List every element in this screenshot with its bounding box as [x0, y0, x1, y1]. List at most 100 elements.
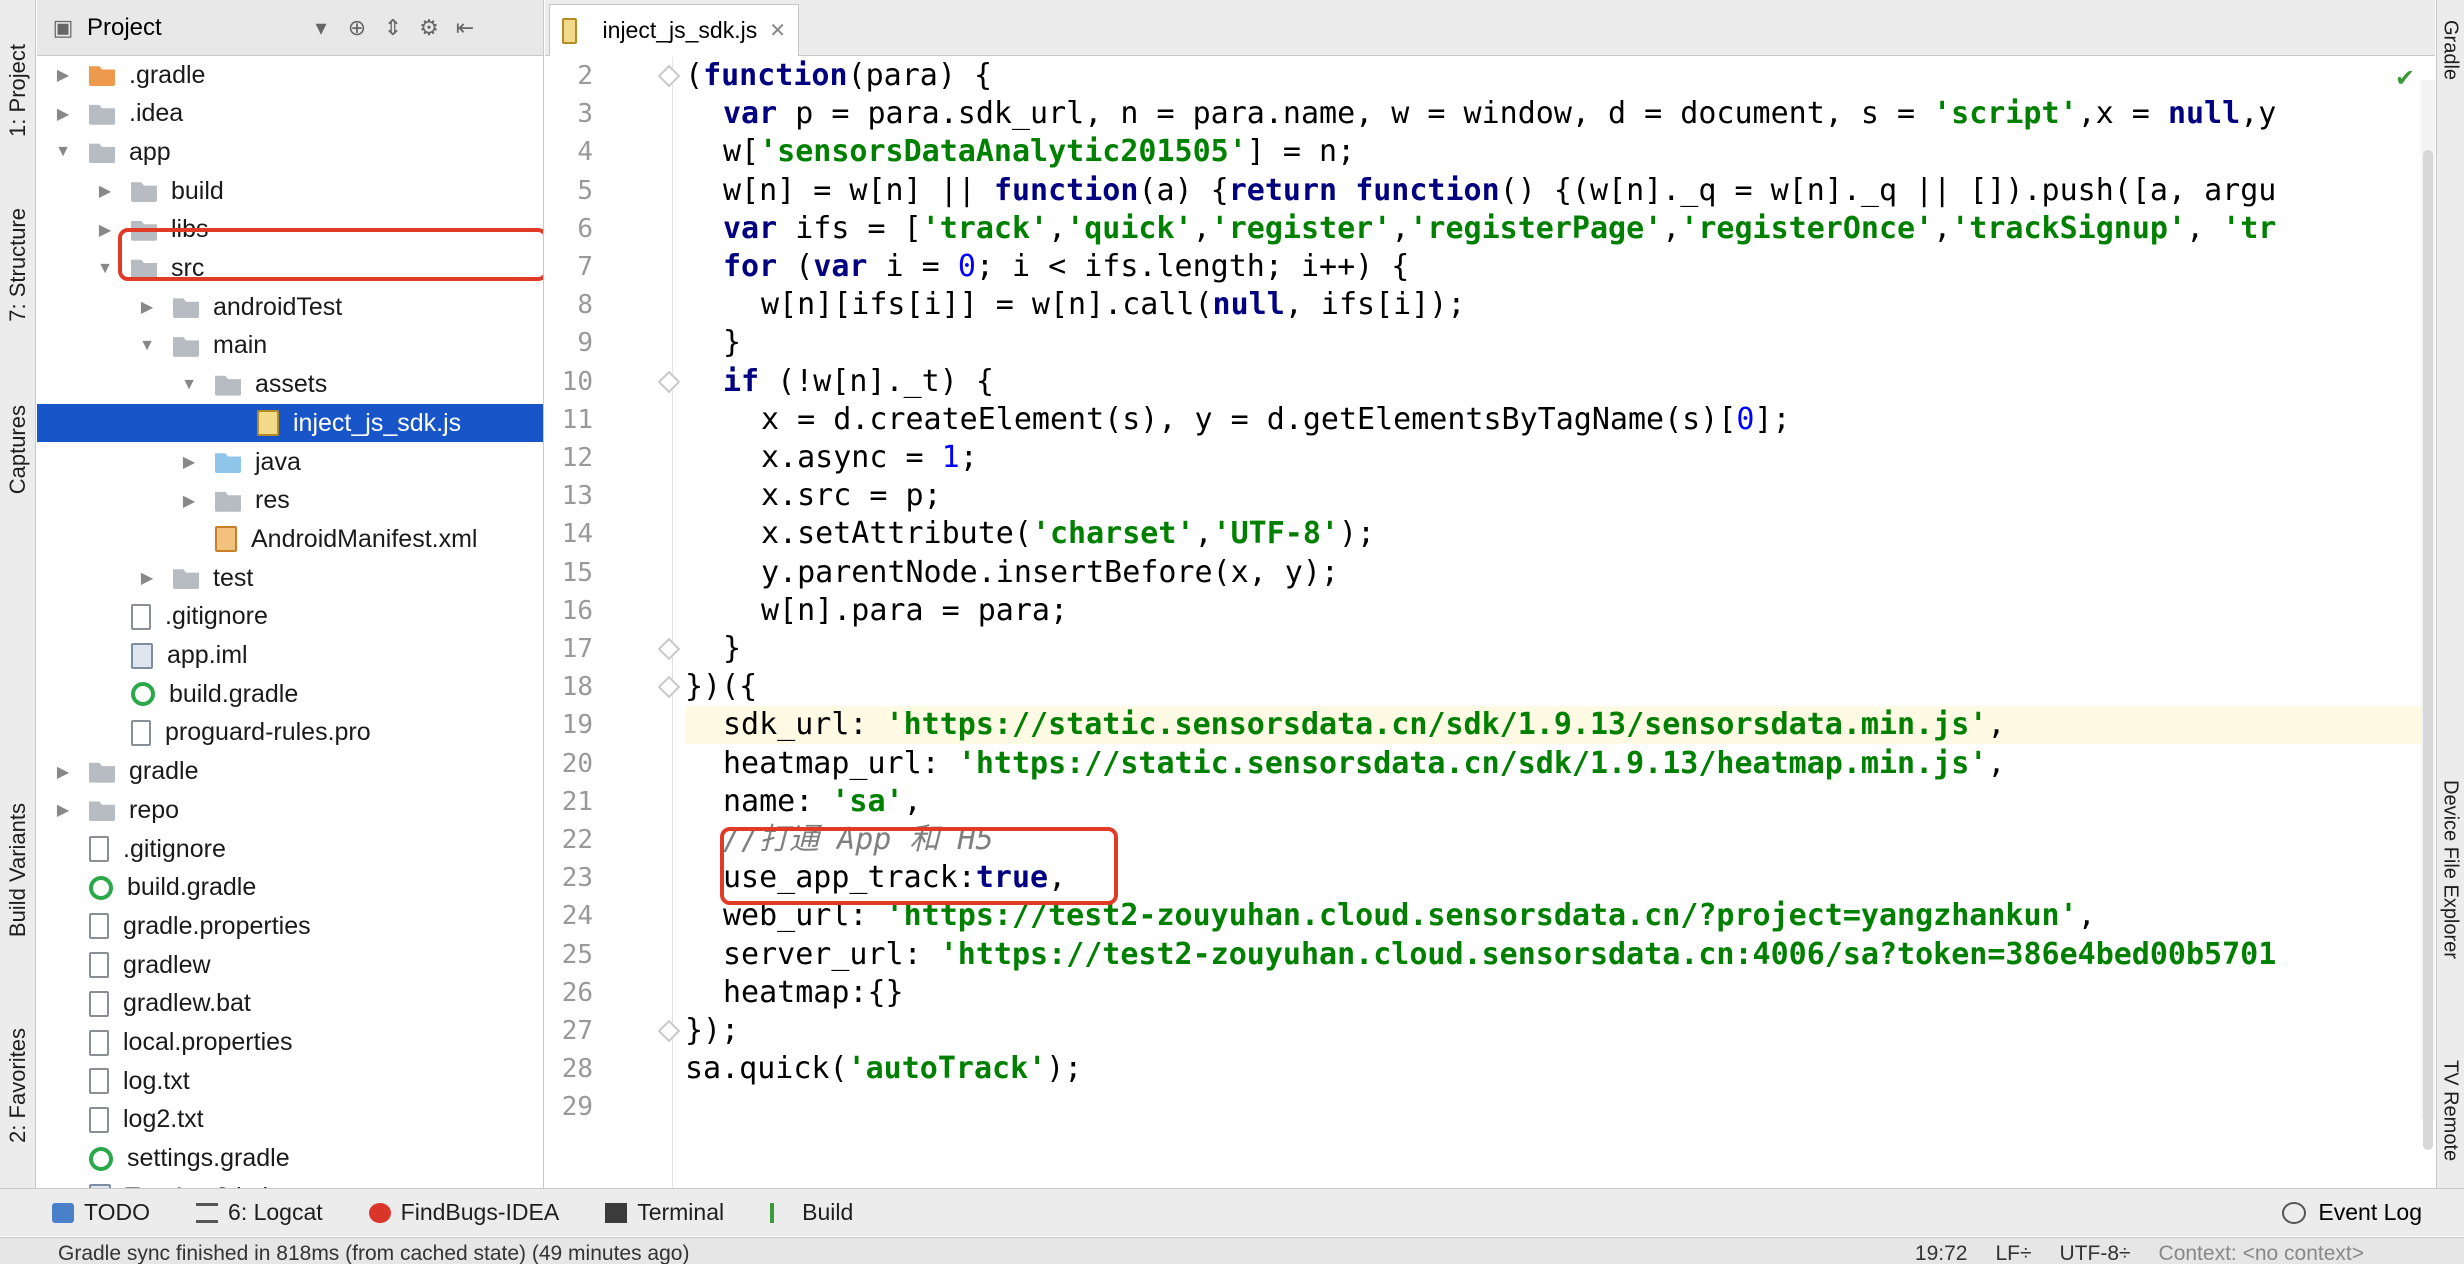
- tab-tv-remote[interactable]: TV Remote: [2436, 1060, 2464, 1180]
- vertical-scrollbar[interactable]: [2421, 80, 2435, 1150]
- tree-item[interactable]: log.txt: [37, 1062, 543, 1100]
- collapse-arrow-icon[interactable]: ▼: [137, 336, 157, 356]
- tree-item[interactable]: build.gradle: [37, 675, 543, 713]
- collapse-arrow-icon[interactable]: ▼: [53, 142, 73, 162]
- tree-item[interactable]: log2.txt: [37, 1101, 543, 1139]
- expand-arrow-icon[interactable]: ▶: [53, 762, 73, 782]
- code-token: ,: [1391, 210, 1410, 246]
- tab-structure[interactable]: 7: Structure: [0, 190, 36, 340]
- tree-item-label: build.gradle: [127, 873, 257, 902]
- tab-device-file-explorer-label: Device File Explorer: [2439, 780, 2462, 959]
- tree-item[interactable]: ▶ test: [37, 559, 543, 597]
- gear-icon[interactable]: ⚙: [417, 15, 441, 40]
- tree-item[interactable]: ▼ src: [37, 250, 543, 288]
- tree-item-label: gradle.properties: [123, 911, 311, 940]
- expand-arrow-icon[interactable]: ▶: [53, 65, 73, 85]
- tree-item[interactable]: inject_js_sdk.js: [37, 404, 543, 443]
- file-encoding[interactable]: UTF-8÷: [2060, 1242, 2131, 1264]
- expand-arrow-icon[interactable]: ▶: [137, 297, 157, 317]
- context-indicator[interactable]: Context: <no context>: [2159, 1242, 2364, 1264]
- tab-project[interactable]: 1: Project: [0, 10, 36, 170]
- tree-item[interactable]: proguard-rules.pro: [37, 714, 543, 752]
- fold-marker-icon[interactable]: [657, 64, 681, 88]
- tree-item[interactable]: settings.gradle: [37, 1140, 543, 1178]
- locate-icon[interactable]: ⊕: [345, 15, 369, 40]
- line-separator[interactable]: LF÷: [1995, 1242, 2031, 1264]
- dropdown-arrow-icon[interactable]: ▾: [309, 15, 333, 40]
- tree-item[interactable]: ▶ gradle: [37, 753, 543, 791]
- hide-panel-icon[interactable]: ⇤: [453, 15, 477, 40]
- event-log-label: Event Log: [2318, 1199, 2422, 1225]
- code-line: var ifs = ['track','quick','register','r…: [723, 210, 2276, 248]
- tree-item[interactable]: .gitignore: [37, 598, 543, 636]
- editor-tab[interactable]: inject_js_sdk.js ✕: [549, 4, 799, 56]
- expand-arrow-icon[interactable]: ▶: [95, 181, 115, 201]
- tree-item[interactable]: build.gradle: [37, 869, 543, 907]
- text-file-icon: [89, 836, 109, 862]
- tree-item[interactable]: gradle.properties: [37, 907, 543, 945]
- tree-item[interactable]: gradlew: [37, 946, 543, 984]
- tab-device-file-explorer[interactable]: Device File Explorer: [2436, 780, 2464, 1020]
- tab-build-variants[interactable]: Build Variants: [0, 780, 36, 960]
- scrollbar-thumb[interactable]: [2423, 150, 2433, 1150]
- code-token: name:: [723, 783, 832, 819]
- cursor-position[interactable]: 19:72: [1915, 1242, 1968, 1264]
- terminal-button[interactable]: Terminal: [605, 1199, 724, 1226]
- code-token: sa.quick(: [685, 1051, 848, 1087]
- code-token: //打通 App 和 H5: [723, 822, 994, 857]
- tree-item[interactable]: ▶ androidTest: [37, 288, 543, 326]
- close-icon[interactable]: ✕: [769, 18, 786, 43]
- build-icon: [770, 1202, 792, 1223]
- expand-arrow-icon[interactable]: ▶: [179, 452, 199, 472]
- tree-item[interactable]: local.properties: [37, 1024, 543, 1062]
- expand-arrow-icon[interactable]: ▶: [95, 220, 115, 240]
- tree-item[interactable]: ▶ libs: [37, 211, 543, 249]
- tab-captures[interactable]: Captures: [0, 380, 36, 520]
- expand-arrow-icon[interactable]: ▶: [179, 491, 199, 511]
- code-area[interactable]: (function(para) {var p = para.sdk_url, n…: [685, 57, 2435, 1188]
- expand-arrow-icon[interactable]: ▶: [53, 800, 73, 820]
- logcat-button[interactable]: 6: Logcat: [196, 1199, 323, 1226]
- tab-gradle[interactable]: Gradle: [2436, 20, 2464, 140]
- code-token: 0: [1736, 401, 1755, 437]
- tree-item[interactable]: ▼ assets: [37, 366, 543, 404]
- collapse-arrow-icon[interactable]: ▼: [95, 259, 115, 279]
- project-panel-title[interactable]: Project: [87, 14, 297, 42]
- tree-item[interactable]: ▼ app: [37, 133, 543, 171]
- tree-item[interactable]: ▶ .idea: [37, 95, 543, 133]
- tree-item[interactable]: ▶ res: [37, 482, 543, 520]
- tree-item[interactable]: ▶ repo: [37, 791, 543, 829]
- tree-item[interactable]: AndroidManifest.xml: [37, 520, 543, 558]
- fold-marker-icon[interactable]: [657, 637, 681, 661]
- tree-item[interactable]: ▶ build: [37, 172, 543, 210]
- js-file-icon: [257, 410, 279, 437]
- build-button[interactable]: Build: [770, 1199, 853, 1226]
- properties-file-icon: [89, 1029, 109, 1056]
- code-token: }: [723, 325, 742, 361]
- tree-item[interactable]: TestApp2.iml: [37, 1178, 543, 1188]
- expand-arrow-icon[interactable]: ▶: [53, 104, 73, 124]
- event-log-button[interactable]: Event Log: [2282, 1199, 2422, 1226]
- collapse-all-icon[interactable]: ⇕: [381, 15, 405, 40]
- tree-item[interactable]: app.iml: [37, 637, 543, 675]
- tree-item[interactable]: gradlew.bat: [37, 985, 543, 1023]
- tree-item[interactable]: .gitignore: [37, 830, 543, 868]
- fold-marker-icon[interactable]: [657, 370, 681, 393]
- expand-arrow-icon[interactable]: ▶: [137, 568, 157, 588]
- findbugs-button[interactable]: FindBugs-IDEA: [368, 1199, 559, 1226]
- bug-icon: [368, 1202, 391, 1223]
- iml-file-icon: [131, 642, 153, 669]
- tree-item[interactable]: ▶ java: [37, 443, 543, 481]
- tab-favorites[interactable]: 2: Favorites: [0, 1000, 36, 1170]
- tree-item[interactable]: ▶ .gradle: [37, 56, 543, 94]
- tree-item-label: repo: [129, 795, 180, 824]
- todo-button[interactable]: TODO: [52, 1199, 150, 1226]
- code-line: //打通 App 和 H5: [723, 821, 994, 859]
- code-line: });: [685, 1012, 739, 1050]
- code-token: 'UTF-8': [1212, 516, 1339, 552]
- fold-marker-icon[interactable]: [657, 675, 681, 699]
- tree-item[interactable]: ▼ main: [37, 327, 543, 365]
- fold-marker-icon[interactable]: [657, 1019, 681, 1043]
- collapse-arrow-icon[interactable]: ▼: [179, 375, 199, 395]
- code-token: null: [2167, 96, 2241, 132]
